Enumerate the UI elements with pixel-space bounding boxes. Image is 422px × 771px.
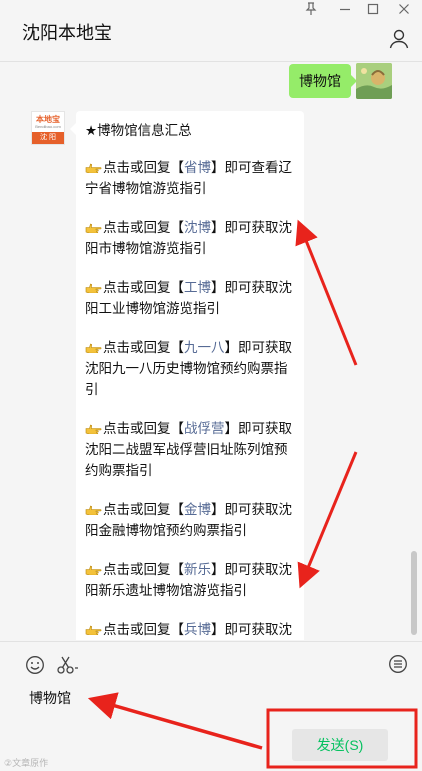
outgoing-message-bubble[interactable]: 博物馆 <box>289 64 357 98</box>
menu-item: 点击或回复【金博】即可获取沈阳金融博物馆预约购票指引 <box>85 499 296 541</box>
title-bar: 沈阳本地宝 <box>0 0 422 62</box>
keyword-link[interactable]: 沈博 <box>184 220 211 235</box>
item-text-pre: 点击或回复【 <box>103 421 184 436</box>
item-text-pre: 点击或回复【 <box>103 622 184 637</box>
keyword-link[interactable]: 战俘营 <box>184 421 225 436</box>
menu-item: 点击或回复【新乐】即可获取沈阳新乐遗址博物馆游览指引 <box>85 559 296 601</box>
keyword-link[interactable]: 省博 <box>184 160 211 175</box>
incoming-message-bubble: ★博物馆信息汇总 点击或回复【省博】即可查看辽宁省博物馆游览指引 点击或回复【沈博… <box>70 111 304 640</box>
chat-info-person-icon[interactable] <box>388 28 410 50</box>
input-area: 博物馆 发送(S) ②文章原作 <box>0 641 422 771</box>
keyword-link[interactable]: 金博 <box>184 502 211 517</box>
keyword-link[interactable]: 九一八 <box>184 340 225 355</box>
chat-message-area[interactable]: 博物馆 本地宝 Bendibao.com 沈 阳 ★博物馆信息汇总 点击或回复【… <box>0 63 422 640</box>
keyword-link[interactable]: 兵博 <box>184 622 211 637</box>
emoji-icon[interactable] <box>25 655 45 675</box>
pointing-hand-icon <box>85 283 102 293</box>
scissors-icon[interactable] <box>56 654 80 676</box>
pin-icon[interactable] <box>300 2 322 20</box>
item-text-pre: 点击或回复【 <box>103 160 184 175</box>
bot-avatar[interactable]: 本地宝 Bendibao.com 沈 阳 <box>31 111 65 145</box>
send-button[interactable]: 发送(S) <box>292 729 388 761</box>
pointing-hand-icon <box>85 625 102 635</box>
bot-avatar-city-text: 沈 阳 <box>32 132 64 144</box>
pointing-hand-icon <box>85 223 102 233</box>
bot-avatar-url-text: Bendibao.com <box>35 124 61 129</box>
my-avatar[interactable] <box>356 63 392 99</box>
chat-history-icon[interactable] <box>388 654 408 674</box>
maximize-icon[interactable] <box>362 2 384 20</box>
item-text-pre: 点击或回复【 <box>103 502 184 517</box>
message-title: ★博物馆信息汇总 <box>85 123 192 138</box>
close-icon[interactable] <box>393 2 415 20</box>
outgoing-message-text: 博物馆 <box>299 73 341 89</box>
item-text-pre: 点击或回复【 <box>103 562 184 577</box>
pointing-hand-icon <box>85 565 102 575</box>
pointing-hand-icon <box>85 505 102 515</box>
pointing-hand-icon <box>85 163 102 173</box>
message-input[interactable]: 博物馆 <box>29 688 71 708</box>
watermark: ②文章原作 <box>4 758 49 768</box>
chat-scrollbar[interactable] <box>411 551 417 635</box>
item-text-pre: 点击或回复【 <box>103 280 184 295</box>
minimize-icon[interactable] <box>334 2 356 20</box>
item-text-pre: 点击或回复【 <box>103 220 184 235</box>
menu-item: 点击或回复【兵博】即可获取沈阳理工大学兵器博物馆游览指引 <box>85 619 296 640</box>
pointing-hand-icon <box>85 424 102 434</box>
keyword-link[interactable]: 工博 <box>184 280 211 295</box>
menu-item: 点击或回复【省博】即可查看辽宁省博物馆游览指引 <box>85 157 296 199</box>
menu-item: 点击或回复【沈博】即可获取沈阳市博物馆游览指引 <box>85 217 296 259</box>
menu-item: 点击或回复【九一八】即可获取沈阳九一八历史博物馆预约购票指引 <box>85 337 296 400</box>
keyword-link[interactable]: 新乐 <box>184 562 211 577</box>
item-text-pre: 点击或回复【 <box>103 340 184 355</box>
pointing-hand-icon <box>85 343 102 353</box>
chat-title: 沈阳本地宝 <box>22 23 112 43</box>
menu-item: 点击或回复【战俘营】即可获取沈阳二战盟军战俘营旧址陈列馆预约购票指引 <box>85 418 296 481</box>
menu-item: 点击或回复【工博】即可获取沈阳工业博物馆游览指引 <box>85 277 296 319</box>
